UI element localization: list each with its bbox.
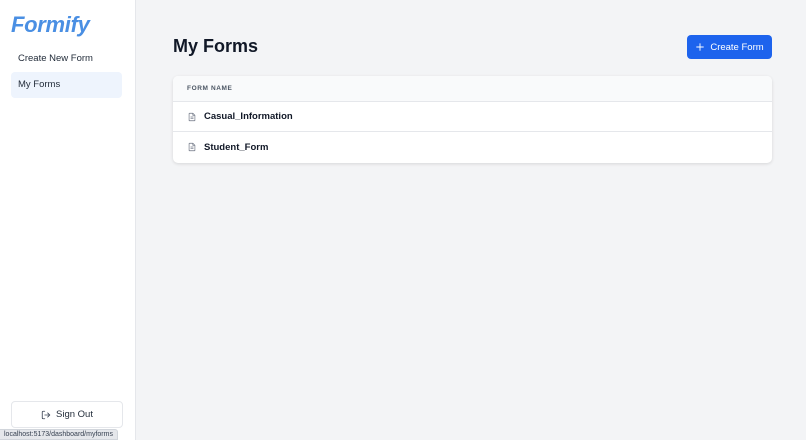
- sign-out-label: Sign Out: [56, 409, 93, 420]
- sign-out-icon: [41, 410, 51, 419]
- create-form-button[interactable]: Create Form: [687, 35, 772, 59]
- plus-icon: [696, 43, 705, 51]
- form-name: Casual_Information: [204, 111, 293, 122]
- forms-table: FORM NAME Casual_Information Student_For…: [173, 76, 772, 163]
- sign-out-button[interactable]: Sign Out: [11, 401, 123, 428]
- table-row[interactable]: Casual_Information: [173, 102, 772, 132]
- sidebar-item-create-new-form[interactable]: Create New Form: [11, 46, 122, 72]
- sidebar-item-my-forms[interactable]: My Forms: [11, 72, 122, 98]
- app-logo[interactable]: Formify: [11, 12, 90, 38]
- table-row[interactable]: Student_Form: [173, 132, 772, 162]
- sidebar: Formify Create New Form My Forms Sign Ou…: [0, 0, 136, 440]
- document-icon: [188, 112, 196, 121]
- sidebar-item-label: Create New Form: [18, 53, 93, 64]
- table-header-form-name: FORM NAME: [173, 76, 772, 102]
- document-icon: [188, 142, 196, 152]
- page-title: My Forms: [173, 36, 259, 56]
- sidebar-item-label: My Forms: [18, 79, 61, 90]
- form-name: Student_Form: [204, 141, 269, 153]
- create-form-label: Create Form: [710, 41, 764, 53]
- status-bar-url: localhost:5173/dashboard/myforms: [0, 429, 118, 440]
- app-root: Formify Create New Form My Forms Sign Ou…: [0, 0, 806, 440]
